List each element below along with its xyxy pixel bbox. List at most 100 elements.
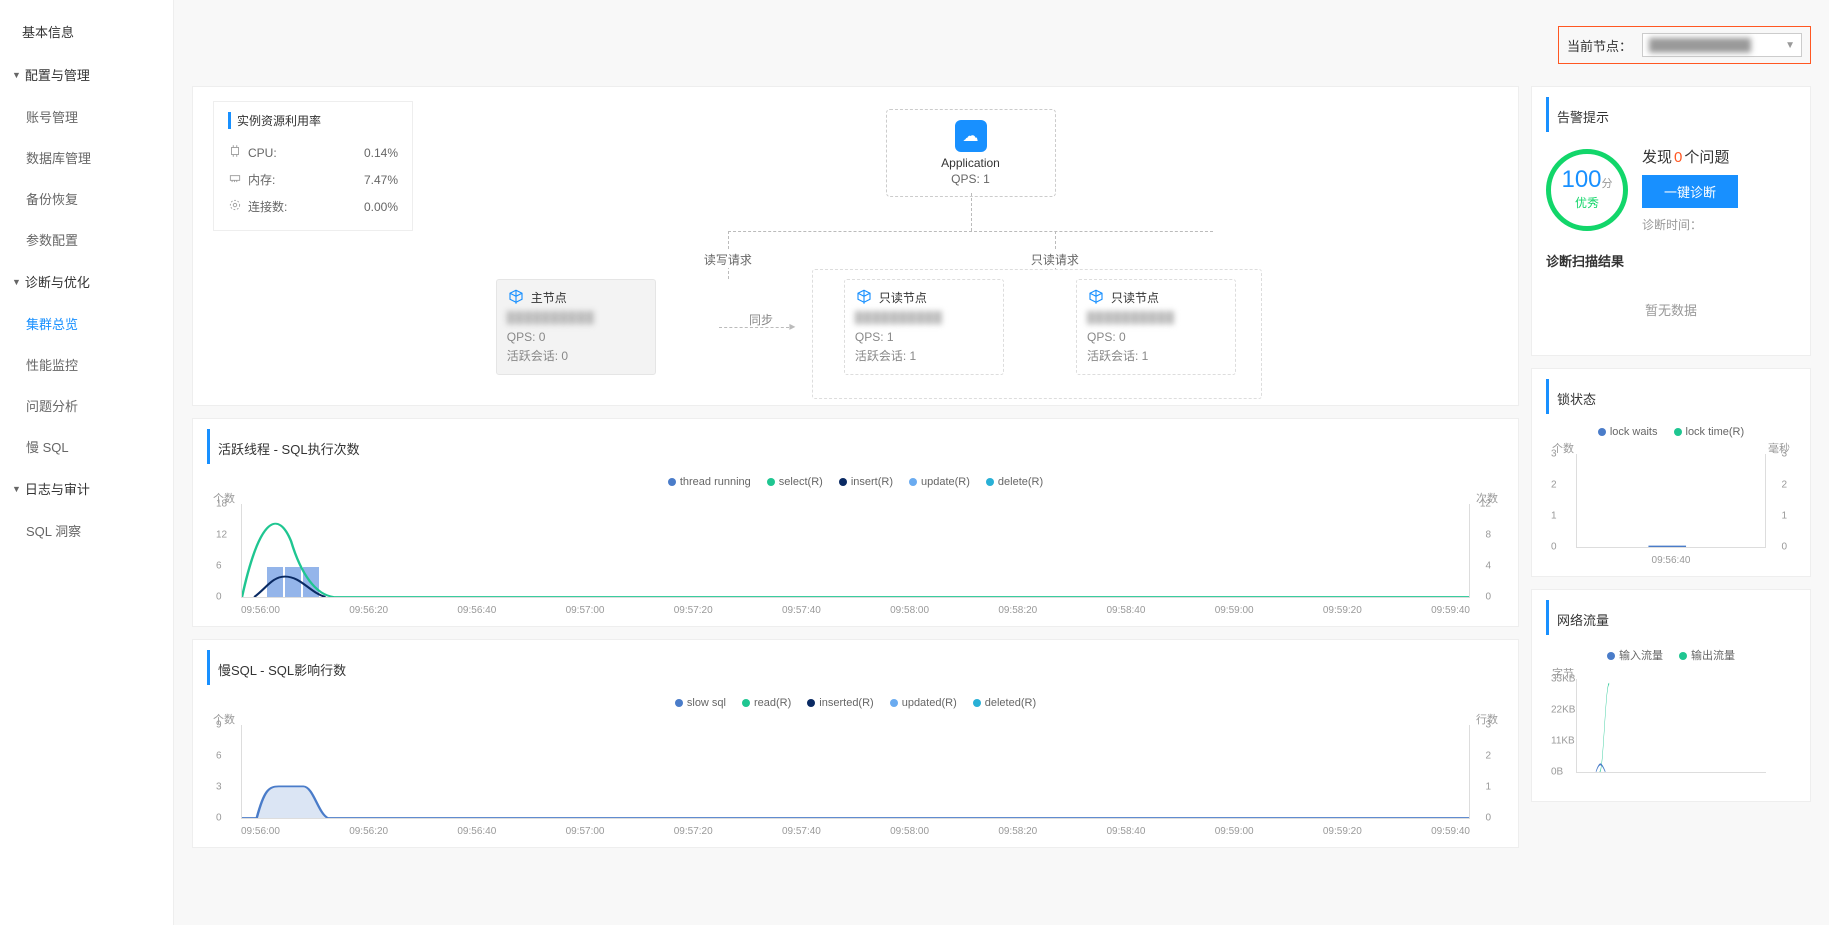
cube-icon xyxy=(507,288,525,306)
chart-curve xyxy=(1577,679,1766,772)
rw-route-label: 读写请求 xyxy=(700,251,756,268)
node-qps: QPS: 0 xyxy=(1087,328,1225,347)
sync-arrow xyxy=(719,327,789,328)
cube-icon xyxy=(855,288,873,306)
node-sessions: 活跃会话: 1 xyxy=(1087,347,1225,366)
sidebar-item-param[interactable]: 参数配置 xyxy=(0,219,173,260)
issue-found: 发现0个问题 xyxy=(1642,146,1738,167)
no-data-text: 暂无数据 xyxy=(1546,300,1796,319)
diagnose-time: 诊断时间： xyxy=(1642,216,1738,233)
chart-lock: 锁状态 lock waitslock time(R) 个数 毫秒 3210321… xyxy=(1531,368,1811,577)
resource-box: 实例资源利用率 CPU: 0.14% 内存: 7.47% xyxy=(213,101,413,231)
chart-curve xyxy=(242,504,1469,597)
chart-plot[interactable]: 个数 行数 96303210 09:56:0009:56:2009:56:400… xyxy=(207,711,1504,839)
node-id: ██████████ xyxy=(507,312,645,324)
node-label: 当前节点： xyxy=(1567,36,1632,55)
score-number: 100分 xyxy=(1561,168,1612,192)
chart-slow-sql: 慢SQL - SQL影响行数 slow sqlread(R)inserted(R… xyxy=(192,639,1519,848)
chevron-down-icon: ▼ xyxy=(12,484,21,494)
sidebar-group-log[interactable]: ▼ 日志与审计 xyxy=(0,467,173,510)
ro-route-label: 只读请求 xyxy=(1027,251,1083,268)
diagnose-button[interactable]: 一键诊断 xyxy=(1642,175,1738,208)
main: 当前节点： ████████████ ▼ 实例资源利用率 CPU: 0.14% xyxy=(174,0,1829,925)
chart-legend: 输入流量输出流量 xyxy=(1546,641,1796,665)
chart-plot[interactable]: 个数 次数 18126012840 xyxy=(207,490,1504,618)
sidebar-item-backup[interactable]: 备份恢复 xyxy=(0,178,173,219)
resource-label: CPU: xyxy=(248,146,296,160)
topology-area: ☁ Application QPS: 1 读写请求 只读请求 主节点 xyxy=(443,101,1498,385)
sidebar-item-account[interactable]: 账号管理 xyxy=(0,96,173,137)
chart-plot[interactable]: 字节 33KB22KB11KB0B xyxy=(1546,665,1796,793)
resource-value: 7.47% xyxy=(296,173,398,187)
chart-title: 慢SQL - SQL影响行数 xyxy=(207,650,346,685)
x-axis-ticks: 09:56:0009:56:2009:56:4009:57:0009:57:20… xyxy=(241,605,1470,616)
sidebar-item-db[interactable]: 数据库管理 xyxy=(0,137,173,178)
sidebar-group-label: 诊断与优化 xyxy=(25,272,90,291)
plot-area: 33KB22KB11KB0B xyxy=(1576,679,1766,773)
app-node[interactable]: ☁ Application QPS: 1 xyxy=(886,109,1056,197)
node-value: ████████████ xyxy=(1649,38,1751,52)
node-title: 主节点 xyxy=(531,289,567,306)
sync-label: 同步 xyxy=(749,311,773,328)
chart-legend: slow sqlread(R)inserted(R)updated(R)dele… xyxy=(207,691,1504,711)
sidebar-item-overview[interactable]: 集群总览 xyxy=(0,303,173,344)
node-sessions: 活跃会话: 1 xyxy=(855,347,993,366)
sidebar-item-perf[interactable]: 性能监控 xyxy=(0,344,173,385)
resource-value: 0.14% xyxy=(296,146,398,160)
master-node[interactable]: 主节点 ██████████ QPS: 0 活跃会话: 0 xyxy=(496,279,656,375)
topology-line xyxy=(971,193,972,231)
plot-area: 96303210 xyxy=(241,725,1470,819)
sidebar-item-slowsql[interactable]: 慢 SQL xyxy=(0,426,173,467)
chevron-down-icon: ▼ xyxy=(12,70,21,80)
node-qps: QPS: 0 xyxy=(507,328,645,347)
node-title: 只读节点 xyxy=(1111,289,1159,306)
chart-legend: thread runningselect(R)insert(R)update(R… xyxy=(207,470,1504,490)
resource-row-cpu: CPU: 0.14% xyxy=(228,139,398,166)
resource-row-mem: 内存: 7.47% xyxy=(228,166,398,193)
score-circle: 100分 优秀 xyxy=(1546,149,1628,231)
sidebar-group-label: 配置与管理 xyxy=(25,65,90,84)
node-select-highlight: 当前节点： ████████████ ▼ xyxy=(1558,26,1811,64)
readonly-node-1[interactable]: 只读节点 ██████████ QPS: 1 活跃会话: 1 xyxy=(844,279,1004,375)
alarm-panel: 告警提示 100分 优秀 发现0个问题 一键诊断 诊断时间： 诊断扫描结果 xyxy=(1531,86,1811,356)
scan-result-title: 诊断扫描结果 xyxy=(1546,251,1796,270)
chart-title: 锁状态 xyxy=(1546,379,1596,414)
app-name: Application xyxy=(897,156,1045,170)
node-title: 只读节点 xyxy=(879,289,927,306)
chart-curve xyxy=(242,725,1469,818)
chevron-down-icon: ▼ xyxy=(12,277,21,287)
plot-area: 18126012840 xyxy=(241,504,1470,598)
score-grade: 优秀 xyxy=(1575,194,1599,211)
cloud-icon: ☁ xyxy=(955,120,987,152)
sidebar-item-basic[interactable]: 基本信息 xyxy=(0,10,173,53)
sidebar: 基本信息 ▼配置与管理 账号管理 数据库管理 备份恢复 参数配置 ▼诊断与优化 … xyxy=(0,0,174,925)
chart-network: 网络流量 输入流量输出流量 字节 33KB22KB11KB0B xyxy=(1531,589,1811,802)
node-id: ██████████ xyxy=(1087,312,1225,324)
chart-active-threads: 活跃线程 - SQL执行次数 thread runningselect(R)in… xyxy=(192,418,1519,627)
sidebar-group-diag[interactable]: ▼ 诊断与优化 xyxy=(0,260,173,303)
memory-icon xyxy=(228,171,248,188)
node-select[interactable]: ████████████ ▼ xyxy=(1642,33,1802,57)
topbar: 当前节点： ████████████ ▼ xyxy=(192,0,1811,86)
x-axis-ticks: 09:56:40 xyxy=(1576,555,1766,566)
resource-row-conn: 连接数: 0.00% xyxy=(228,193,398,220)
sidebar-group-config[interactable]: ▼ 配置与管理 xyxy=(0,53,173,96)
chart-legend: lock waitslock time(R) xyxy=(1546,420,1796,440)
resource-title: 实例资源利用率 xyxy=(228,112,398,129)
chart-title: 网络流量 xyxy=(1546,600,1609,635)
app-qps: QPS: 1 xyxy=(897,172,1045,186)
x-axis-ticks: 09:56:0009:56:2009:56:4009:57:0009:57:20… xyxy=(241,826,1470,837)
chart-curve xyxy=(1577,454,1765,547)
node-qps: QPS: 1 xyxy=(855,328,993,347)
sidebar-item-issue[interactable]: 问题分析 xyxy=(0,385,173,426)
sidebar-group-label: 日志与审计 xyxy=(25,479,90,498)
chart-title: 活跃线程 - SQL执行次数 xyxy=(207,429,360,464)
topology-panel: 实例资源利用率 CPU: 0.14% 内存: 7.47% xyxy=(192,86,1519,406)
chart-plot[interactable]: 个数 毫秒 32103210 09:56:40 xyxy=(1546,440,1796,568)
alarm-title: 告警提示 xyxy=(1546,97,1609,132)
cpu-icon xyxy=(228,144,248,161)
plot-area: 32103210 xyxy=(1576,454,1766,548)
sidebar-item-sql-insight[interactable]: SQL 洞察 xyxy=(0,510,173,551)
connection-icon xyxy=(228,198,248,215)
readonly-node-2[interactable]: 只读节点 ██████████ QPS: 0 活跃会话: 1 xyxy=(1076,279,1236,375)
